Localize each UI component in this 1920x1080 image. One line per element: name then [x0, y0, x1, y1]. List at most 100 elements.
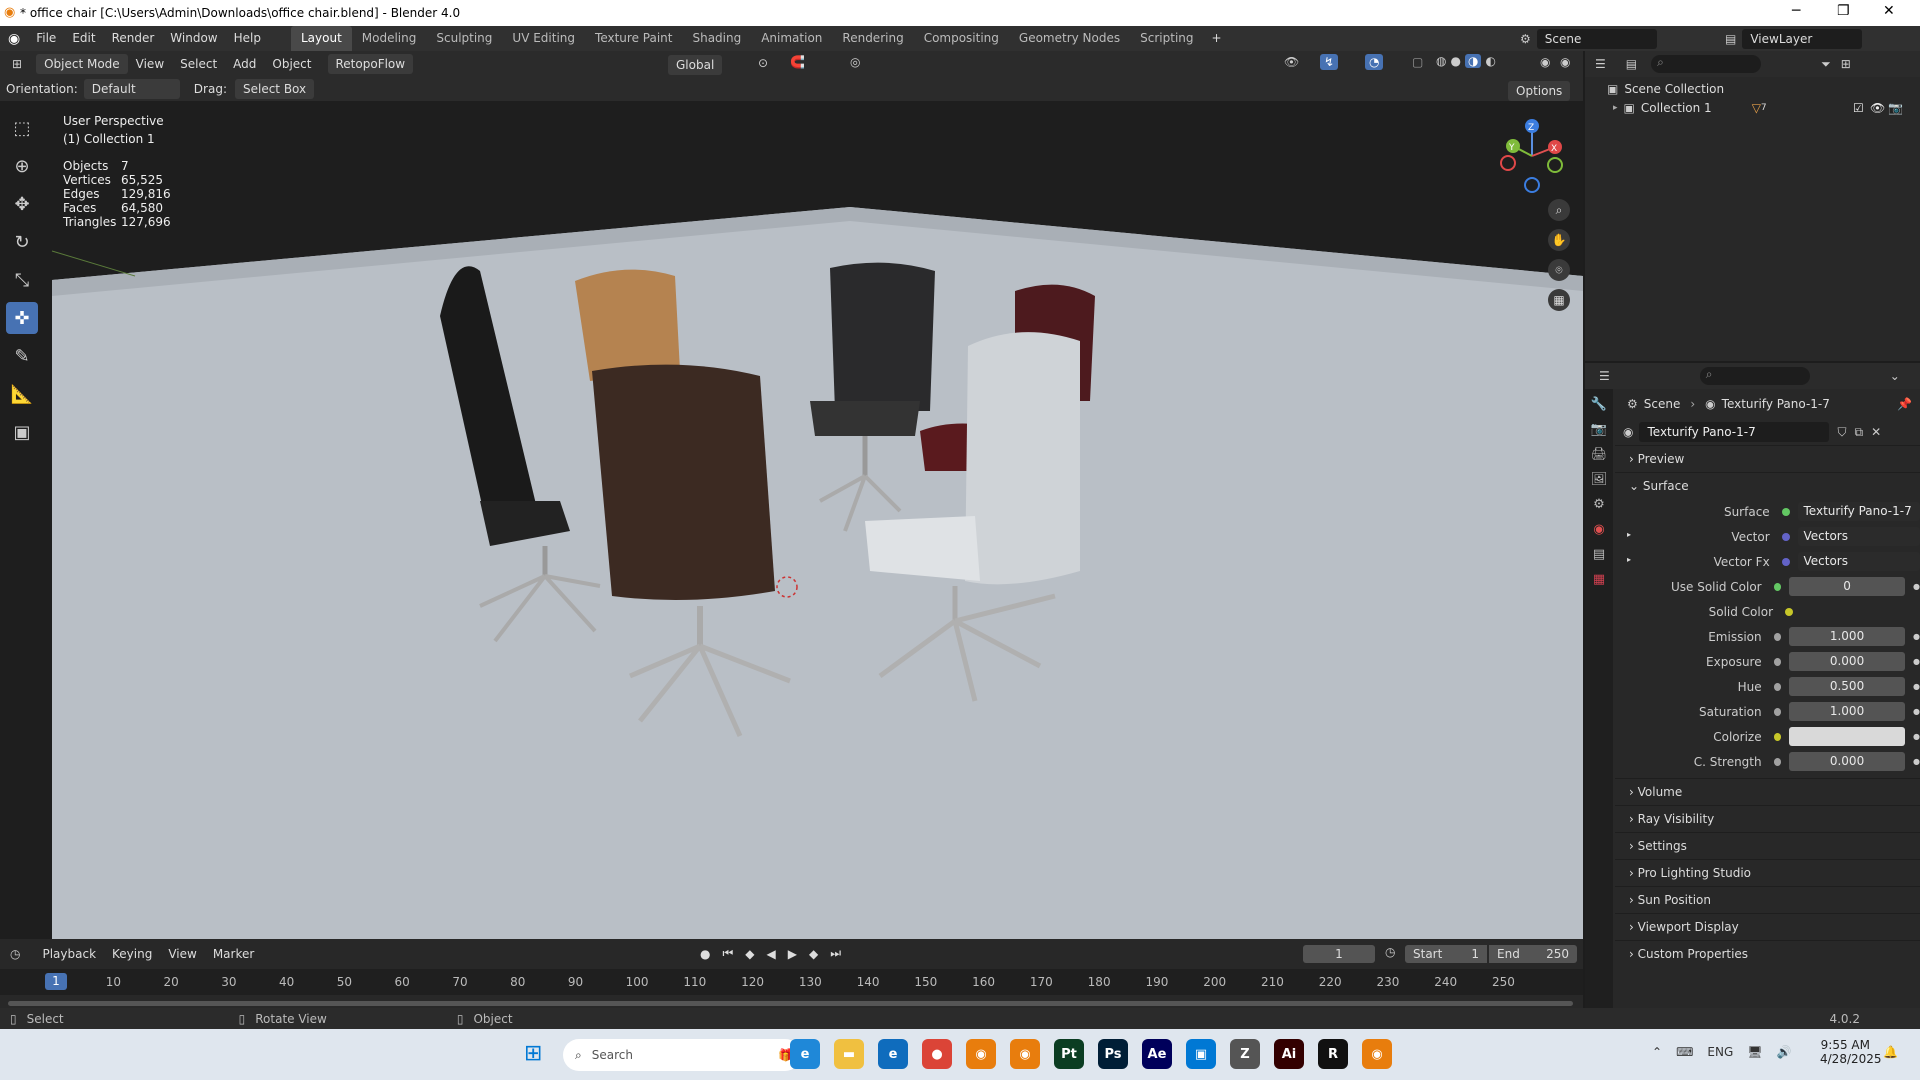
- panel-custom-properties[interactable]: › Custom Properties: [1615, 940, 1920, 967]
- prop-field[interactable]: 0.500: [1789, 677, 1906, 696]
- annotate-tool-icon[interactable]: ✎: [6, 340, 38, 372]
- display-mode-icon[interactable]: ▤: [1626, 57, 1637, 71]
- color-swatch[interactable]: [1789, 727, 1906, 746]
- select-menu[interactable]: Select: [172, 52, 225, 77]
- record-icon[interactable]: ●: [700, 947, 710, 961]
- panel-pro-lighting-studio[interactable]: › Pro Lighting Studio: [1615, 859, 1920, 886]
- tool-tab-icon[interactable]: 🔧: [1591, 397, 1607, 412]
- menu-render[interactable]: Render: [104, 26, 163, 51]
- rendered-shading-icon[interactable]: ◐: [1485, 54, 1495, 68]
- keyframe-dot-icon[interactable]: ●: [1913, 682, 1920, 691]
- measure-tool-icon[interactable]: 📐: [6, 378, 38, 410]
- cursor-tool-icon[interactable]: ⊕: [6, 150, 38, 182]
- socket-icon[interactable]: [1773, 582, 1782, 591]
- overlay-toggle-icon[interactable]: ◔: [1365, 54, 1384, 70]
- collection-tab-icon[interactable]: ▤: [1593, 547, 1605, 562]
- taskbar-rizom-icon[interactable]: R: [1318, 1039, 1348, 1069]
- socket-icon[interactable]: [1785, 607, 1793, 616]
- properties-editor-icon[interactable]: ☰: [1599, 369, 1610, 383]
- prop-field[interactable]: 0: [1789, 577, 1906, 596]
- render-tab-icon[interactable]: 📷: [1591, 422, 1607, 437]
- scale-tool-icon[interactable]: ⤡: [6, 264, 38, 296]
- keyframe-dot-icon[interactable]: ●: [1913, 632, 1920, 641]
- duplicate-icon[interactable]: ⧉: [1855, 425, 1864, 440]
- preview-range-icon[interactable]: ◷: [1385, 945, 1395, 959]
- panel-viewport-display[interactable]: › Viewport Display: [1615, 913, 1920, 940]
- add-cube-tool-icon[interactable]: ▣: [6, 416, 38, 448]
- zoom-icon[interactable]: ⌕: [1548, 199, 1570, 221]
- drag-selector[interactable]: Select Box: [234, 79, 315, 99]
- current-frame-field[interactable]: 1: [1303, 945, 1375, 963]
- socket-icon[interactable]: [1773, 707, 1782, 716]
- keyframe-dot-icon[interactable]: ●: [1913, 732, 1920, 741]
- taskbar-blender3-icon[interactable]: ◉: [1362, 1039, 1392, 1069]
- notification-icon[interactable]: 🔔: [1883, 1045, 1898, 1059]
- view-menu[interactable]: View: [128, 52, 172, 77]
- socket-icon[interactable]: [1773, 632, 1782, 641]
- world-browse-icon[interactable]: ◉: [1623, 425, 1633, 439]
- expand-icon[interactable]: ▸: [1613, 103, 1618, 113]
- workspace-tab-shading[interactable]: Shading: [682, 26, 751, 51]
- output-tab-icon[interactable]: 🖨: [1591, 447, 1608, 462]
- properties-search[interactable]: ⌕: [1699, 367, 1810, 385]
- menu-edit[interactable]: Edit: [64, 26, 103, 51]
- menu-file[interactable]: File: [28, 26, 64, 51]
- transform-orientation-selector[interactable]: Global: [668, 55, 723, 75]
- unlink-icon[interactable]: ✕: [1871, 425, 1881, 439]
- prop-field[interactable]: 1.000: [1789, 702, 1906, 721]
- snap-icon[interactable]: 🧲: [790, 55, 805, 69]
- prop-field[interactable]: 0.000: [1789, 752, 1906, 771]
- panel-surface[interactable]: ⌄ Surface: [1615, 472, 1920, 499]
- expand-icon[interactable]: ▸: [1627, 555, 1631, 564]
- network-icon[interactable]: 🖥: [1747, 1045, 1762, 1059]
- workspace-tab-modeling[interactable]: Modeling: [352, 26, 427, 51]
- 3d-viewport[interactable]: Z Y X User Perspective (1) Collection 1 …: [0, 101, 1583, 939]
- workspace-tab-animation[interactable]: Animation: [751, 26, 832, 51]
- material-shading-icon[interactable]: ◑: [1464, 54, 1482, 68]
- properties-options-icon[interactable]: ⌄: [1890, 369, 1900, 383]
- workspace-tab-uv-editing[interactable]: UV Editing: [502, 26, 585, 51]
- options-menu[interactable]: Options: [1508, 81, 1571, 101]
- keyframe-dot-icon[interactable]: ●: [1913, 582, 1920, 591]
- panel-preview[interactable]: › Preview: [1615, 445, 1920, 472]
- fake-user-icon[interactable]: ⛉: [1837, 425, 1846, 440]
- view-layer-tab-icon[interactable]: 🖼: [1591, 472, 1608, 487]
- add-workspace-button[interactable]: +: [1204, 26, 1230, 51]
- workspace-tab-sculpting[interactable]: Sculpting: [426, 26, 502, 51]
- socket-icon[interactable]: [1781, 557, 1790, 566]
- outliner-search[interactable]: ⌕: [1651, 55, 1762, 73]
- end-frame-field[interactable]: End 250: [1489, 945, 1577, 963]
- visibility-eye-icon[interactable]: 👁: [1870, 101, 1885, 115]
- windows-start-icon[interactable]: ⊞: [524, 1041, 542, 1066]
- expand-icon[interactable]: ▸: [1627, 530, 1631, 539]
- keying-menu[interactable]: Keying: [104, 942, 160, 967]
- taskbar-store-icon[interactable]: ▣: [1186, 1039, 1216, 1069]
- view-layer-icon[interactable]: ▤: [1725, 32, 1736, 46]
- render-camera-icon[interactable]: 📷: [1888, 101, 1903, 115]
- taskbar-painter-icon[interactable]: Pt: [1054, 1039, 1084, 1069]
- rotate-tool-icon[interactable]: ↻: [6, 226, 38, 258]
- filter-icon[interactable]: ⏷: [1821, 57, 1831, 72]
- socket-icon[interactable]: [1781, 532, 1790, 541]
- keyboard-icon[interactable]: ⌨: [1676, 1045, 1693, 1059]
- menu-help[interactable]: Help: [226, 26, 269, 51]
- socket-icon[interactable]: [1773, 657, 1782, 666]
- socket-icon[interactable]: [1773, 682, 1782, 691]
- play-icon[interactable]: ▶: [788, 947, 797, 961]
- add-menu[interactable]: Add: [225, 52, 264, 77]
- retopo-settings-icon[interactable]: ◉: [1560, 55, 1570, 69]
- select-box-tool-icon[interactable]: ⬚: [6, 112, 38, 144]
- wireframe-shading-icon[interactable]: ◍: [1436, 54, 1446, 68]
- visibility-icon[interactable]: 👁: [1284, 55, 1299, 69]
- panel-ray-visibility[interactable]: › Ray Visibility: [1615, 805, 1920, 832]
- taskbar-edge-icon[interactable]: e: [790, 1039, 820, 1069]
- prop-field[interactable]: Vectors: [1797, 527, 1920, 546]
- menu-window[interactable]: Window: [162, 26, 225, 51]
- playhead[interactable]: 1: [45, 973, 67, 990]
- perspective-toggle-icon[interactable]: ▦: [1548, 289, 1570, 311]
- editor-type-icon[interactable]: ⊞: [12, 57, 22, 71]
- taskbar-illustrator-icon[interactable]: Ai: [1274, 1039, 1304, 1069]
- taskbar-explorer-icon[interactable]: ▬: [834, 1039, 864, 1069]
- transform-tool-icon[interactable]: ✜: [6, 302, 38, 334]
- jump-end-icon[interactable]: ⏭: [830, 946, 841, 961]
